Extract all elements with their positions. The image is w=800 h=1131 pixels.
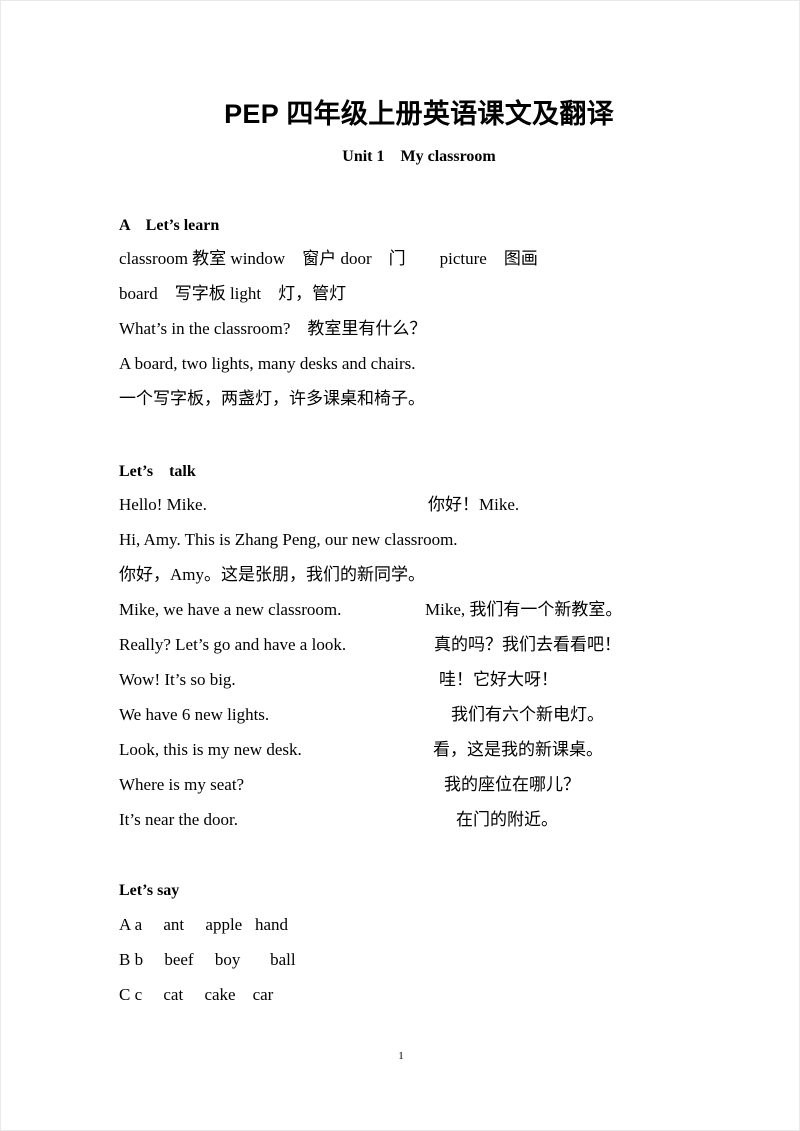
unit-subtitle: Unit 1 My classroom <box>342 148 496 165</box>
dialogue-line-chinese: 哇！它好大呀！ <box>439 670 558 689</box>
dialogue-line-english: Wow! It’s so big. <box>119 670 236 689</box>
page-number: 1 <box>398 1050 404 1062</box>
dialogue-line-chinese: 你好！Mike. <box>428 495 520 514</box>
dialogue-line-chinese: 在门的附近。 <box>456 810 558 829</box>
phonics-row: C c cat cake car <box>119 985 274 1004</box>
dialogue-line-chinese: 我们有六个新电灯。 <box>451 705 604 724</box>
page-title: PEP 四年级上册英语课文及翻译 <box>224 99 614 129</box>
phonics-row: B b beef boy ball <box>119 950 296 969</box>
dialogue-line-english: Where is my seat? <box>119 775 245 794</box>
dialogue-line-english: We have 6 new lights. <box>119 705 270 724</box>
question-line: What’s in the classroom? 教室里有什么？ <box>119 319 427 338</box>
dialogue-line-chinese: 你好，Amy。这是张朋，我们的新同学。 <box>119 565 425 584</box>
dialogue-line-english: It’s near the door. <box>119 810 238 829</box>
dialogue-line-chinese: Mike, 我们有一个新教室。 <box>425 600 623 619</box>
dialogue-line-english: Look, this is my new desk. <box>119 740 302 759</box>
answer-line-chinese: 一个写字板，两盏灯，许多课桌和椅子。 <box>119 389 425 408</box>
phonics-row: A a ant apple hand <box>119 915 289 934</box>
section-heading-lets-talk: Let’s talk <box>119 463 196 480</box>
section-heading-lets-say: Let’s say <box>119 882 180 899</box>
dialogue-line-english: Hi, Amy. This is Zhang Peng, our new cla… <box>119 530 458 549</box>
section-heading-lets-learn: A Let’s learn <box>119 217 220 234</box>
dialogue-line-english: Really? Let’s go and have a look. <box>119 635 347 654</box>
dialogue-line-chinese: 看，这是我的新课桌。 <box>433 740 603 759</box>
vocabulary-line-1: classroom 教室 window 窗户 door 门 picture 图画 <box>119 249 538 268</box>
dialogue-line-chinese: 我的座位在哪儿？ <box>444 775 580 794</box>
dialogue-line-english: Hello! Mike. <box>119 495 207 514</box>
answer-line-english: A board, two lights, many desks and chai… <box>119 354 416 373</box>
dialogue-line-english: Mike, we have a new classroom. <box>119 600 342 619</box>
dialogue-line-chinese: 真的吗？我们去看看吧！ <box>434 635 621 654</box>
document-page: PEP 四年级上册英语课文及翻译 Unit 1 My classroom A L… <box>0 0 800 1131</box>
vocabulary-line-2: board 写字板 light 灯，管灯 <box>119 284 347 303</box>
